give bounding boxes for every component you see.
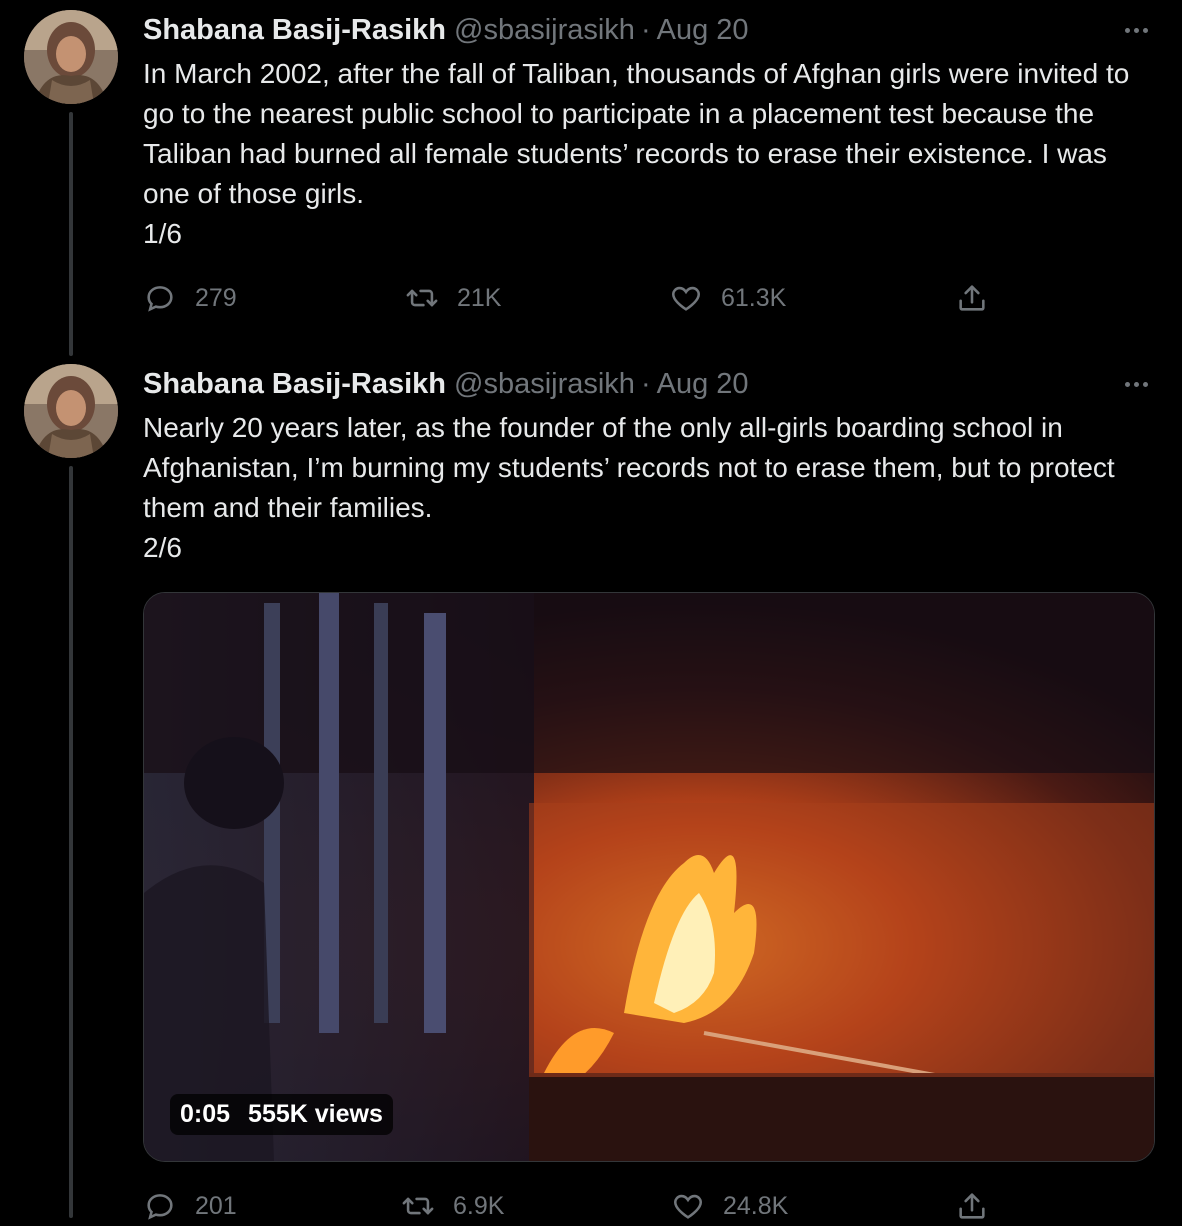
more-icon[interactable] <box>1118 370 1154 398</box>
like-count: 61.3K <box>721 283 787 312</box>
video-player[interactable]: 0:05 555K views <box>143 592 1155 1162</box>
author-handle[interactable]: @sbasijrasikh <box>454 14 635 47</box>
video-duration: 0:05 <box>180 1100 231 1128</box>
author-handle[interactable]: @sbasijrasikh <box>454 368 635 401</box>
video-views: 555K views <box>248 1100 383 1128</box>
author-name[interactable]: Shabana Basij-Rasikh <box>143 14 446 47</box>
retweet-count: 21K <box>457 283 502 312</box>
tweet-header: Shabana Basij-Rasikh @sbasijrasikh · Aug… <box>143 10 749 50</box>
tweet[interactable]: Shabana Basij-Rasikh @sbasijrasikh · Aug… <box>0 364 1182 1220</box>
more-icon[interactable] <box>1118 16 1154 44</box>
share-button[interactable] <box>955 278 989 318</box>
tweet-text: In March 2002, after the fall of Taliban… <box>143 58 1130 249</box>
video-info-badge: 0:05 555K views <box>170 1094 393 1135</box>
share-button[interactable] <box>955 1186 989 1226</box>
video-thumbnail <box>144 593 1154 1161</box>
reply-count: 279 <box>195 283 237 312</box>
tweet[interactable]: Shabana Basij-Rasikh @sbasijrasikh · Aug… <box>0 0 1182 350</box>
tweet-header: Shabana Basij-Rasikh @sbasijrasikh · Aug… <box>143 364 749 404</box>
author-name[interactable]: Shabana Basij-Rasikh <box>143 368 446 401</box>
tweet-date[interactable]: Aug 20 <box>657 14 749 47</box>
retweet-button[interactable]: 6.9K <box>401 1186 504 1226</box>
tweet-actions: 279 21K 61.3K <box>143 278 1043 318</box>
like-button[interactable]: 61.3K <box>669 278 786 318</box>
reply-button[interactable]: 201 <box>143 1186 237 1226</box>
separator: · <box>640 13 651 46</box>
separator: · <box>640 367 651 400</box>
avatar[interactable] <box>24 10 118 104</box>
reply-count: 201 <box>195 1191 237 1220</box>
tweet-text: Nearly 20 years later, as the founder of… <box>143 412 1115 563</box>
like-count: 24.8K <box>723 1191 789 1220</box>
retweet-icon <box>406 289 438 307</box>
reply-button[interactable]: 279 <box>143 278 237 318</box>
retweet-count: 6.9K <box>453 1191 505 1220</box>
share-icon <box>959 285 985 311</box>
heart-icon <box>672 286 700 311</box>
avatar[interactable] <box>24 364 118 458</box>
tweet-actions: 201 6.9K 24.8K <box>143 1186 1043 1226</box>
tweet-date[interactable]: Aug 20 <box>657 368 749 401</box>
like-button[interactable]: 24.8K <box>671 1186 788 1226</box>
reply-icon <box>147 286 173 312</box>
retweet-button[interactable]: 21K <box>405 278 501 318</box>
